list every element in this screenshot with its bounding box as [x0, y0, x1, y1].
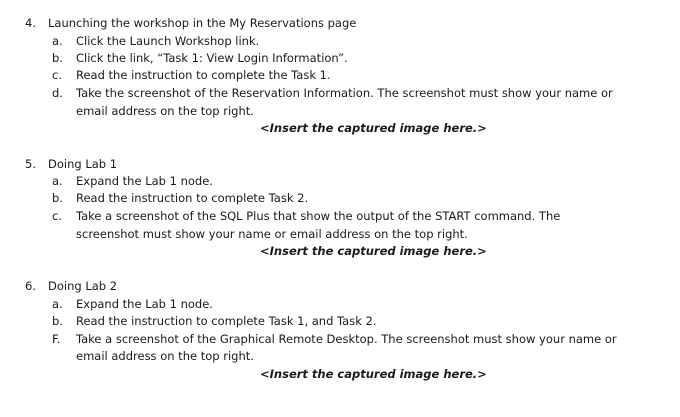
insert-image-placeholder: <Insert the captured image here.> — [260, 244, 487, 258]
list-item: d. Take the screenshot of the Reservatio… — [52, 86, 613, 100]
item-text: Expand the Lab 1 node. — [76, 297, 213, 311]
item-continuation: email address on the top right. — [76, 349, 254, 363]
list-item: b. Read the instruction to complete Task… — [52, 191, 308, 205]
insert-image-placeholder: <Insert the captured image here.> — [260, 367, 487, 381]
item-label: b. — [52, 191, 63, 205]
item-label: b. — [52, 314, 63, 328]
item-text: Take a screenshot of the SQL Plus that s… — [76, 209, 561, 223]
item-continuation: email address on the top right. — [76, 104, 254, 118]
section-number: 4. — [25, 16, 36, 30]
section-title: Doing Lab 2 — [48, 279, 118, 293]
item-text: Read the instruction to complete the Tas… — [76, 68, 331, 82]
list-item: c. Take a screenshot of the SQL Plus tha… — [52, 209, 560, 223]
item-text: Take a screenshot of the Graphical Remot… — [76, 332, 617, 346]
item-continuation: screenshot must show your name or email … — [76, 227, 468, 241]
item-text: Read the instruction to complete Task 1,… — [76, 314, 377, 328]
list-item: b. Click the link, “Task 1: View Login I… — [52, 51, 348, 65]
list-item: a. Expand the Lab 1 node. — [52, 174, 213, 188]
item-label: b. — [52, 51, 63, 65]
section-number: 5. — [25, 157, 36, 171]
section-number: 6. — [25, 279, 36, 293]
item-text: Read the instruction to complete Task 2. — [76, 191, 309, 205]
list-item: F. Take a screenshot of the Graphical Re… — [52, 332, 617, 346]
item-label: c. — [52, 68, 62, 82]
section-title: Launching the workshop in the My Reserva… — [48, 16, 357, 30]
item-text: Click the link, “Task 1: View Login Info… — [76, 51, 348, 65]
list-item: a. Expand the Lab 1 node. — [52, 297, 213, 311]
item-label: a. — [52, 34, 63, 48]
item-text: Click the Launch Workshop link. — [76, 34, 260, 48]
item-label: a. — [52, 174, 63, 188]
section-4-heading: 4. Launching the workshop in the My Rese… — [25, 16, 356, 30]
item-label: F. — [52, 332, 61, 346]
item-text: Expand the Lab 1 node. — [76, 174, 213, 188]
item-label: a. — [52, 297, 63, 311]
item-label: c. — [52, 209, 62, 223]
list-item: a. Click the Launch Workshop link. — [52, 34, 259, 48]
section-5-heading: 5. Doing Lab 1 — [25, 157, 117, 171]
item-label: d. — [52, 86, 63, 100]
item-text: Take the screenshot of the Reservation I… — [76, 86, 613, 100]
list-item: b. Read the instruction to complete Task… — [52, 314, 377, 328]
section-6-heading: 6. Doing Lab 2 — [25, 279, 117, 293]
section-title: Doing Lab 1 — [48, 157, 118, 171]
document-page: 4. Launching the workshop in the My Rese… — [0, 0, 680, 417]
insert-image-placeholder: <Insert the captured image here.> — [260, 121, 487, 135]
list-item: c. Read the instruction to complete the … — [52, 68, 331, 82]
